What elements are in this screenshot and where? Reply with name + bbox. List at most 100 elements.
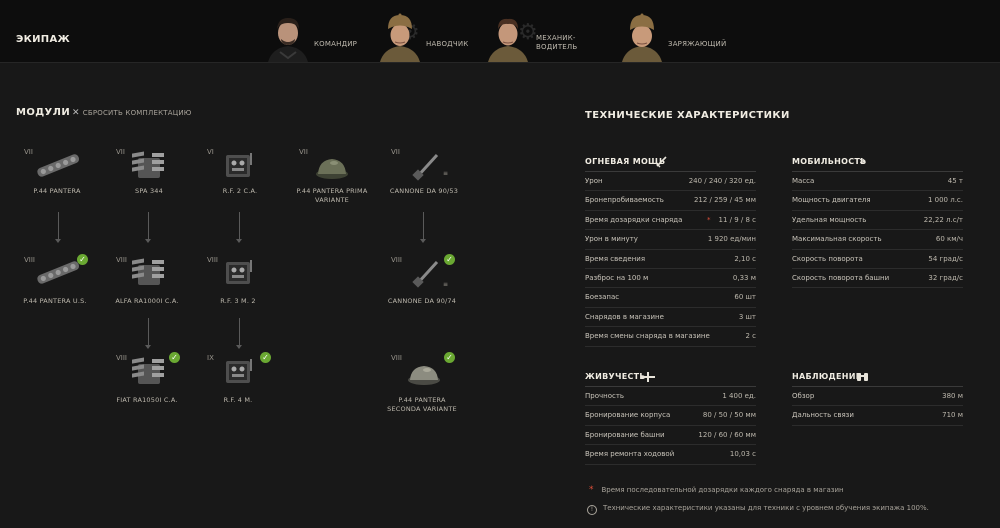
spec-value: 11 / 9 / 8 с [718,215,756,224]
crew-role-loader: ЗАРЯЖАЮЩИЙ [668,40,727,48]
spec-row: Разброс на 100 м 0,33 м [585,269,756,289]
spec-label: Масса [792,177,815,185]
spec-label: Скорость поворота [792,254,863,263]
crew-role-driver-line2: ВОДИТЕЛЬ [536,43,578,51]
spec-row: Время сведения 2,10 с [585,250,756,269]
spec-row: Дальность связи 710 м [792,406,963,426]
survivability-title: ЖИВУЧЕСТЬ [585,372,646,381]
module-radio-tier9[interactable]: IX ✓ R.F. 4 M. [183,350,298,408]
spec-value: 380 м [942,392,963,400]
spec-label: Мощность двигателя [792,196,871,205]
module-name: R.F. 4 M. [223,396,253,404]
firepower-header: ОГНЕВАЯ МОЩЬ [585,153,756,172]
spec-label: Скорость поворота башни [792,273,890,282]
spec-label: Бронирование корпуса [585,411,671,420]
module-tier: VII [24,148,33,156]
spec-value: 54 град/с [928,254,963,263]
spotting-section: НАБЛЮДЕНИЕ Обзор 380 м Дальность связи 710 … [792,368,963,426]
spec-value: 710 м [942,411,963,420]
module-turret-tier8[interactable]: VIII ✓ P.44 PANTERA SECONDA VARIANTE [367,350,482,418]
crew-title: ЭКИПАЖ [16,34,71,45]
module-radio-tier8[interactable]: VIII R.F. 3 M. 2 [183,253,298,308]
firepower-section: ОГНЕВАЯ МОЩЬ Урон 240 / 240 / 320 ед. Брон… [585,153,756,347]
crew-role-driver-line1: МЕХАНИК- [536,34,576,42]
module-gun-tier8[interactable]: VIII ≡ ✓ CANNONE DA 90/74 [367,253,482,308]
crew-role-commander: КОМАНДИР [314,40,358,48]
spec-label: Время дозарядки снаряда [585,215,683,224]
installed-check-icon: ✓ [260,352,271,363]
spec-value: 2 с [745,332,756,341]
gun-shells-icon: ≡ [443,170,449,177]
spec-row: Снарядов в магазине 3 шт [585,308,756,328]
spec-label: Разброс на 100 м [585,273,649,282]
spec-row: Время ремонта ходовой 10,03 с [585,445,756,465]
spec-row: Масса 45 т [792,172,963,192]
reset-configuration-label: СБРОСИТЬ КОМПЛЕКТАЦИЮ [82,109,192,117]
installed-check-icon: ✓ [169,352,180,363]
spec-row: Время дозарядки снаряда * 11 / 9 / 8 с [585,211,756,231]
module-tier: VIII [116,256,127,264]
reset-configuration-button[interactable]: ✕ СБРОСИТЬ КОМПЛЕКТАЦИЮ [72,108,192,118]
module-name-line2: SECONDA VARIANTE [387,405,457,413]
spec-label: Боезапас [585,293,620,302]
modules-title: МОДУЛИ [16,107,71,118]
module-name: CANNONE DA 90/74 [387,297,457,305]
radio-icon [226,153,252,177]
spec-value: 3 шт [738,312,756,321]
spec-row: Прочность 1 400 ед. [585,387,756,407]
mobility-section: МОБИЛЬНОСТЬ » Масса 45 т Мощность двигател… [792,153,963,289]
spec-row: Мощность двигателя 1 000 л.с. [792,191,963,211]
gun-icon [412,260,439,288]
spec-label: Удельная мощность [792,215,867,224]
spec-value: 120 / 60 / 60 мм [698,430,756,439]
spec-label: Урон в минуту [585,235,638,244]
upgrade-arrow [55,212,61,243]
info-icon: ! [587,505,597,515]
upgrade-arrow [236,212,242,243]
spec-label: Бронирование башни [585,430,665,439]
firepower-rows: Урон 240 / 240 / 320 ед. Бронепробиваемост… [585,172,756,347]
turret-icon [316,159,348,179]
spotting-title: НАБЛЮДЕНИЕ [792,372,862,381]
spec-value: 10,03 с [729,450,756,459]
footnote-star-icon: * [707,215,711,224]
spec-row: Боезапас 60 шт [585,288,756,308]
spec-label: Урон [585,177,603,185]
spec-value: 212 / 259 / 45 мм [693,196,756,205]
spec-label: Время смены снаряда в магазине [585,332,710,341]
footnote-star-icon: * [589,485,594,495]
survivability-section: ЖИВУЧЕСТЬ Прочность 1 400 ед. Бронирование… [585,368,756,465]
firepower-title: ОГНЕВАЯ МОЩЬ [585,157,666,166]
engine-icon [132,258,164,285]
spec-label: Максимальная скорость [792,235,882,244]
module-tier: VIII [207,256,218,264]
spec-row: Бронирование башни 120 / 60 / 60 мм [585,426,756,446]
spec-row: Урон в минуту 1 920 ед/мин [585,230,756,250]
spec-row: Обзор 380 м [792,387,963,407]
module-name: R.F. 3 M. 2 [220,297,256,305]
loader-portrait-icon [622,13,662,62]
reload-footnote: * Время последовательной дозарядки каждог… [589,485,844,495]
installed-check-icon: ✓ [444,352,455,363]
spec-row: Максимальная скорость 60 км/ч [792,230,963,250]
turret-icon [408,366,440,385]
spec-value: 1 000 л.с. [927,196,963,205]
sword-icon [655,156,667,168]
spotting-header: НАБЛЮДЕНИЕ [792,368,963,387]
driver-portrait-icon [488,18,528,62]
spec-label: Прочность [585,392,625,400]
module-tier: IX [207,354,214,362]
spec-value: 0,33 м [732,273,756,282]
module-gun-tier7[interactable]: VII ≡ CANNONE DA 90/53 [367,148,482,198]
radio-icon [226,260,252,284]
spec-value: 32 град/с [928,273,963,282]
survivability-header: ЖИВУЧЕСТЬ [585,368,756,387]
binoculars-icon [857,373,868,381]
installed-check-icon: ✓ [77,254,88,265]
spotting-rows: Обзор 380 м Дальность связи 710 м [792,387,963,426]
upgrade-arrow [145,212,151,243]
gun-icon [412,153,439,181]
spec-value: 60 км/ч [935,235,963,244]
engine-icon [132,151,164,178]
spec-value: 60 шт [734,293,756,302]
